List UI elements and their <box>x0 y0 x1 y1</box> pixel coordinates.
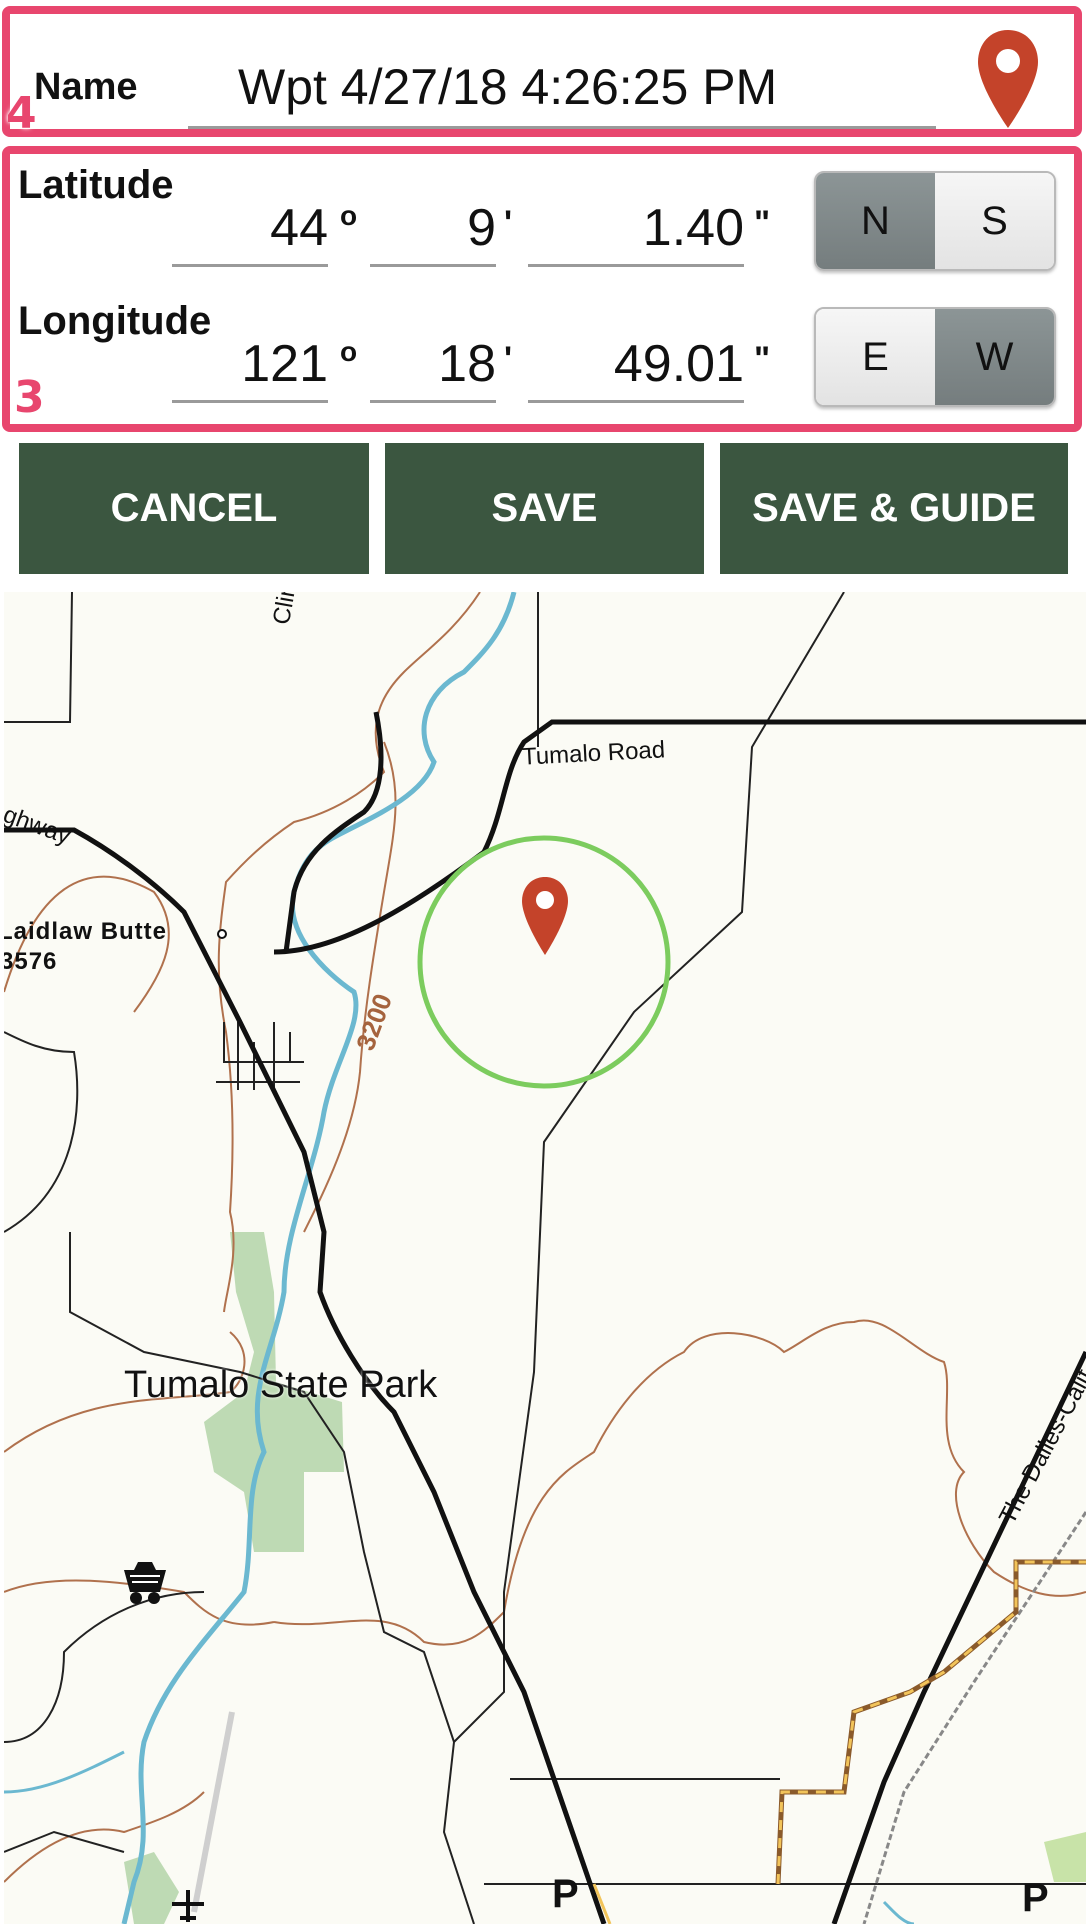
longitude-minutes-value: 18 <box>438 335 496 393</box>
name-field[interactable]: Wpt 4/27/18 4:26:25 PM <box>188 52 936 129</box>
latitude-seconds-value: 1.40 <box>642 199 744 257</box>
airport-icon <box>170 1888 206 1924</box>
longitude-seconds-field[interactable]: 49.01 <box>528 332 744 403</box>
latitude-minutes-field[interactable]: 9 <box>370 196 496 267</box>
waypoint-pin-icon <box>520 875 570 957</box>
longitude-degree-symbol: o <box>340 336 358 367</box>
longitude-seconds-value: 49.01 <box>613 335 744 393</box>
longitude-second-symbol: " <box>754 340 771 378</box>
longitude-minutes-field[interactable]: 18 <box>370 332 496 403</box>
latitude-minutes-value: 9 <box>467 199 496 257</box>
east-button[interactable]: E <box>816 309 935 405</box>
longitude-degrees-field[interactable]: 121 <box>172 332 328 403</box>
latitude-hemisphere-toggle[interactable]: N S <box>814 171 1056 271</box>
latitude-minute-symbol: ' <box>504 204 513 242</box>
latitude-degree-symbol: o <box>340 200 358 231</box>
west-button[interactable]: W <box>935 309 1054 405</box>
save-and-guide-button[interactable]: SAVE & GUIDE <box>720 443 1068 574</box>
latitude-degrees-field[interactable]: 44 <box>172 196 328 267</box>
laidlaw-elevation-label: 3576 <box>4 948 58 975</box>
annotation-badge-4: 4 <box>6 88 37 139</box>
longitude-hemisphere-toggle[interactable]: E W <box>814 307 1056 407</box>
longitude-degrees-value: 121 <box>241 335 328 393</box>
tumalo-state-park-label: Tumalo State Park <box>124 1364 438 1406</box>
laidlaw-butte-label: Laidlaw Butte <box>4 918 168 945</box>
save-button[interactable]: SAVE <box>385 443 704 574</box>
south-button[interactable]: S <box>935 173 1054 269</box>
latitude-seconds-field[interactable]: 1.40 <box>528 196 744 267</box>
cancel-button[interactable]: CANCEL <box>19 443 369 574</box>
name-label: Name <box>34 66 138 108</box>
name-value: Wpt 4/27/18 4:26:25 PM <box>238 59 778 115</box>
latitude-second-symbol: " <box>754 204 771 242</box>
annotation-badge-3: 3 <box>14 372 45 423</box>
latitude-degrees-value: 44 <box>270 199 328 257</box>
mine-cart-icon <box>120 1560 170 1606</box>
longitude-minute-symbol: ' <box>504 340 513 378</box>
map-canvas <box>4 592 1086 1924</box>
parking-label-1: P <box>552 1872 579 1916</box>
north-button[interactable]: N <box>816 173 935 269</box>
parking-label-2: P <box>1022 1876 1049 1920</box>
latitude-label: Latitude <box>18 163 174 207</box>
map-pin-icon[interactable] <box>976 28 1040 130</box>
map-view[interactable]: Tumalo Road Cline Falls Road ghway Laidl… <box>4 592 1086 1924</box>
